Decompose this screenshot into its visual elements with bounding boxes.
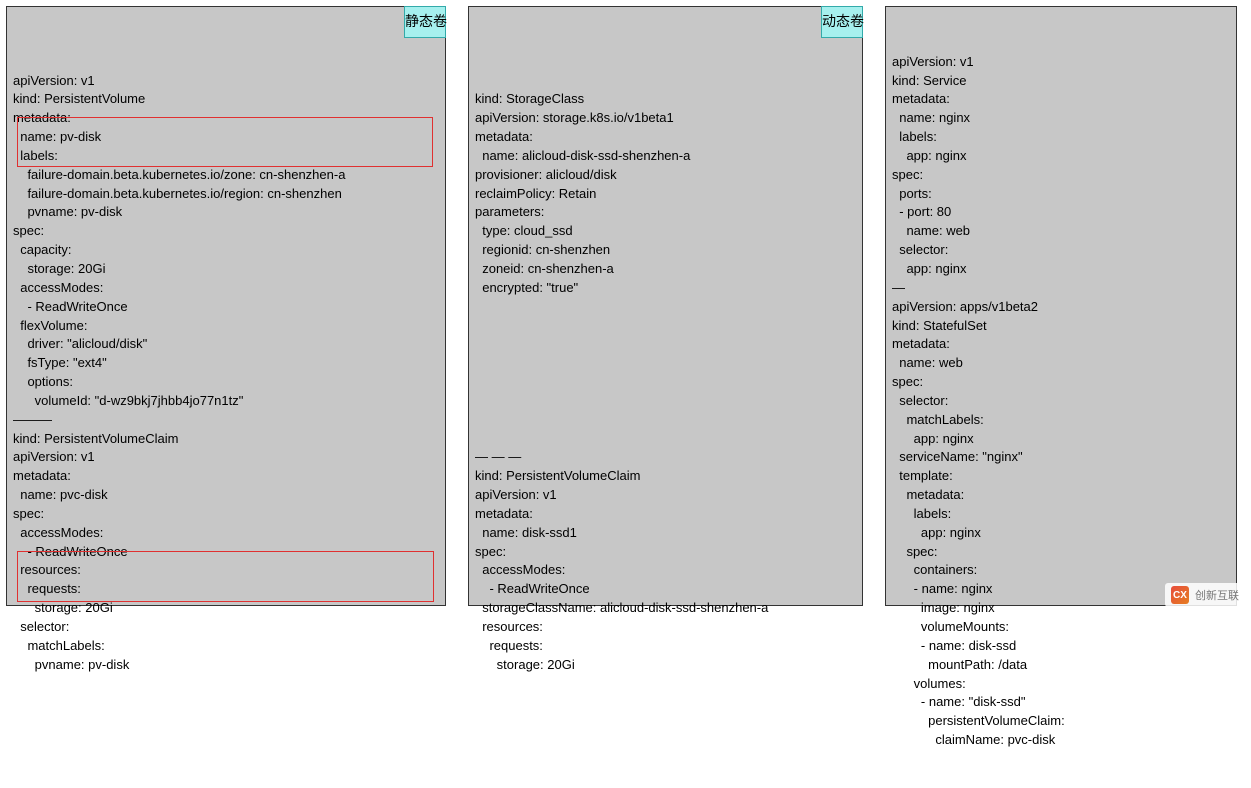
panels-row: 静态卷 apiVersion: v1 kind: PersistentVolum…: [6, 6, 1245, 606]
badge-dynamic-volume: 动态卷: [821, 6, 863, 38]
watermark: CX 创新互联: [1165, 583, 1245, 607]
highlight-selector-block: [17, 551, 434, 602]
yaml-body-3: apiVersion: v1 kind: Service metadata: n…: [892, 53, 1230, 750]
watermark-icon: CX: [1171, 586, 1189, 604]
panel-dynamic-volume: 动态卷 kind: StorageClass apiVersion: stora…: [468, 6, 863, 606]
panel-service-statefulset: apiVersion: v1 kind: Service metadata: n…: [885, 6, 1237, 606]
watermark-text: 创新互联: [1195, 587, 1239, 603]
badge-static-volume: 静态卷: [404, 6, 446, 38]
highlight-labels-block: [17, 117, 433, 167]
panel-static-volume: 静态卷 apiVersion: v1 kind: PersistentVolum…: [6, 6, 446, 606]
yaml-body-2: kind: StorageClass apiVersion: storage.k…: [475, 72, 856, 675]
